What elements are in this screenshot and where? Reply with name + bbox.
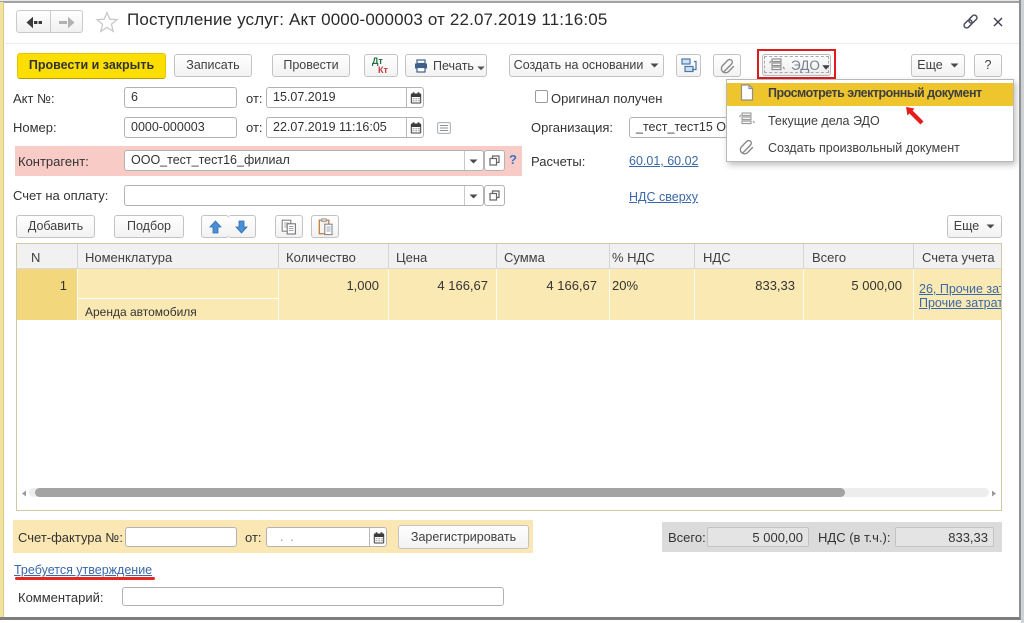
svg-text:Кт: Кт bbox=[378, 65, 388, 75]
